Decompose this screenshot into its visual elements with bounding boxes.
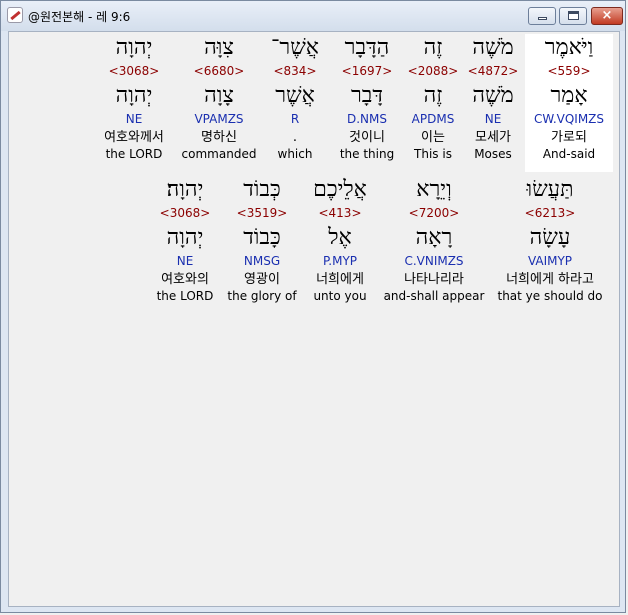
hebrew-lexeme: יְהוָה bbox=[166, 225, 204, 250]
strong-number[interactable]: <6213> bbox=[495, 206, 605, 222]
strong-number[interactable]: <413> bbox=[305, 206, 375, 222]
minimize-icon bbox=[538, 17, 547, 20]
word-cell[interactable]: כְּבוֹד <3519> כָּבוֹד NMSG 영광이 the glor… bbox=[225, 176, 299, 314]
english-gloss: which bbox=[277, 147, 313, 161]
korean-gloss: 명하신 bbox=[201, 130, 237, 145]
hebrew-lexeme: עָשָׂה bbox=[529, 225, 571, 250]
hebrew-lexeme: זֶה bbox=[423, 83, 443, 108]
english-gloss: And-said bbox=[542, 147, 596, 161]
strong-number[interactable]: <4872> bbox=[465, 64, 521, 80]
hebrew-word: מֹשֶׁה bbox=[472, 35, 514, 60]
english-gloss: This is bbox=[414, 147, 452, 161]
hebrew-word: כְּבוֹד bbox=[243, 177, 281, 202]
word-cell[interactable]: אֲשֶׁר־ <834> אֲשֶׁר R . which bbox=[265, 34, 325, 172]
hebrew-word: אֲלֵיכֶם bbox=[313, 177, 367, 202]
word-cell[interactable]: צִוָּה <6680> צָוָה VPAMZS 명하신 commanded bbox=[179, 34, 259, 172]
korean-gloss: 나타나리라 bbox=[404, 272, 464, 287]
hebrew-word: אֲשֶׁר־ bbox=[270, 35, 319, 60]
maximize-button[interactable] bbox=[559, 7, 587, 25]
hebrew-lexeme: צָוָה bbox=[204, 83, 234, 108]
morphology-code: NE bbox=[484, 112, 502, 126]
strong-number[interactable]: <2088> bbox=[405, 64, 461, 80]
word-cell[interactable]: יְהוָה׃ <3068> יְהוָה NE 여호와의 the LORD bbox=[151, 176, 219, 314]
korean-gloss: 이는 bbox=[421, 130, 445, 145]
hebrew-word: יְהוָה bbox=[115, 35, 153, 60]
minimize-button[interactable] bbox=[528, 7, 556, 25]
hebrew-lexeme: אֶל bbox=[328, 225, 352, 250]
morphology-code: VAIMYP bbox=[527, 254, 573, 268]
hebrew-word: וְיֵרָא bbox=[416, 177, 452, 202]
hebrew-lexeme: יְהוָה bbox=[115, 83, 153, 108]
english-gloss: that ye should do bbox=[497, 289, 603, 303]
hebrew-lexeme: מֹשֶׁה bbox=[472, 83, 514, 108]
english-gloss: the thing bbox=[339, 147, 395, 161]
korean-gloss: 영광이 bbox=[244, 272, 280, 287]
strong-number[interactable]: <3068> bbox=[95, 64, 173, 80]
english-gloss: the LORD bbox=[105, 147, 163, 161]
strong-number[interactable]: <6680> bbox=[179, 64, 259, 80]
english-gloss: Moses bbox=[474, 147, 512, 161]
english-gloss: and-shall appear bbox=[383, 289, 485, 303]
strong-number[interactable]: <3068> bbox=[151, 206, 219, 222]
hebrew-lexeme: אָמַר bbox=[550, 83, 588, 108]
hebrew-lexeme: רָאָה bbox=[415, 225, 453, 250]
close-button[interactable]: × bbox=[591, 7, 623, 25]
word-cell[interactable]: יְהוָה <3068> יְהוָה NE 여호와께서 the LORD bbox=[95, 34, 173, 172]
english-gloss: the glory of bbox=[227, 289, 297, 303]
morphology-code: C.VNIMZS bbox=[404, 254, 464, 268]
strong-number[interactable]: <559> bbox=[525, 64, 613, 80]
hebrew-word: וַיֹּאמֶר bbox=[544, 35, 594, 60]
app-window: @원전본해 - 레 9:6 × וַיֹּאמֶר <559> אָמַר CW… bbox=[0, 0, 626, 613]
hebrew-lexeme: דָּבָר bbox=[351, 83, 383, 108]
hebrew-lexeme: כָּבוֹד bbox=[243, 225, 281, 250]
morphology-code: D.NMS bbox=[346, 112, 387, 126]
korean-gloss: 것이니 bbox=[349, 130, 385, 145]
korean-gloss: 여호와의 bbox=[161, 272, 209, 287]
strong-number[interactable]: <3519> bbox=[225, 206, 299, 222]
english-gloss: the LORD bbox=[156, 289, 214, 303]
hebrew-word: זֶה bbox=[423, 35, 443, 60]
morphology-code: NE bbox=[176, 254, 194, 268]
korean-gloss: 여호와께서 bbox=[104, 130, 164, 145]
hebrew-word: יְהוָה׃ bbox=[166, 177, 204, 202]
morphology-code: CW.VQIMZS bbox=[533, 112, 605, 126]
word-cell[interactable]: וַיֹּאמֶר <559> אָמַר CW.VQIMZS 가로되 And-… bbox=[525, 34, 613, 172]
korean-gloss: 모세가 bbox=[475, 130, 511, 145]
morphology-code: NE bbox=[125, 112, 143, 126]
title-bar[interactable]: @원전본해 - 레 9:6 × bbox=[1, 1, 625, 31]
word-cell[interactable]: הַדָּבָר <1697> דָּבָר D.NMS 것이니 the thi… bbox=[335, 34, 399, 172]
korean-gloss: 너희에게 bbox=[316, 272, 364, 287]
close-icon: × bbox=[601, 8, 613, 23]
english-gloss: unto you bbox=[313, 289, 367, 303]
verse-row-2: תַּעֲשׂוּ <6213> עָשָׂה VAIMYP 너희에게 하라고 … bbox=[9, 176, 619, 316]
hebrew-word: הַדָּבָר bbox=[344, 35, 390, 60]
morphology-code: VPAMZS bbox=[194, 112, 244, 126]
morphology-code: APDMS bbox=[411, 112, 455, 126]
strong-number[interactable]: <7200> bbox=[381, 206, 487, 222]
verse-row-1: וַיֹּאמֶר <559> אָמַר CW.VQIMZS 가로되 And-… bbox=[9, 34, 619, 174]
hebrew-lexeme: אֲשֶׁר bbox=[275, 83, 315, 108]
morphology-code: R bbox=[290, 112, 300, 126]
korean-gloss: 너희에게 하라고 bbox=[506, 272, 594, 287]
english-gloss: commanded bbox=[181, 147, 257, 161]
verse-panel: וַיֹּאמֶר <559> אָמַר CW.VQIMZS 가로되 And-… bbox=[8, 31, 620, 607]
word-cell[interactable]: וְיֵרָא <7200> רָאָה C.VNIMZS 나타나리라 and-… bbox=[381, 176, 487, 314]
strong-number[interactable]: <834> bbox=[265, 64, 325, 80]
hebrew-word: תַּעֲשׂוּ bbox=[526, 177, 574, 202]
word-cell[interactable]: זֶה <2088> זֶה APDMS 이는 This is bbox=[405, 34, 461, 172]
app-icon bbox=[7, 7, 23, 23]
korean-gloss: 가로되 bbox=[551, 130, 587, 145]
hebrew-word: צִוָּה bbox=[204, 35, 234, 60]
maximize-icon bbox=[568, 11, 579, 20]
korean-gloss: . bbox=[292, 130, 298, 145]
morphology-code: P.MYP bbox=[322, 254, 358, 268]
word-cell[interactable]: מֹשֶׁה <4872> מֹשֶׁה NE 모세가 Moses bbox=[465, 34, 521, 172]
word-cell[interactable]: תַּעֲשׂוּ <6213> עָשָׂה VAIMYP 너희에게 하라고 … bbox=[495, 176, 605, 314]
word-cell[interactable]: אֲלֵיכֶם <413> אֶל P.MYP 너희에게 unto you bbox=[305, 176, 375, 314]
strong-number[interactable]: <1697> bbox=[335, 64, 399, 80]
morphology-code: NMSG bbox=[243, 254, 281, 268]
window-title: @원전본해 - 레 9:6 bbox=[28, 10, 131, 24]
